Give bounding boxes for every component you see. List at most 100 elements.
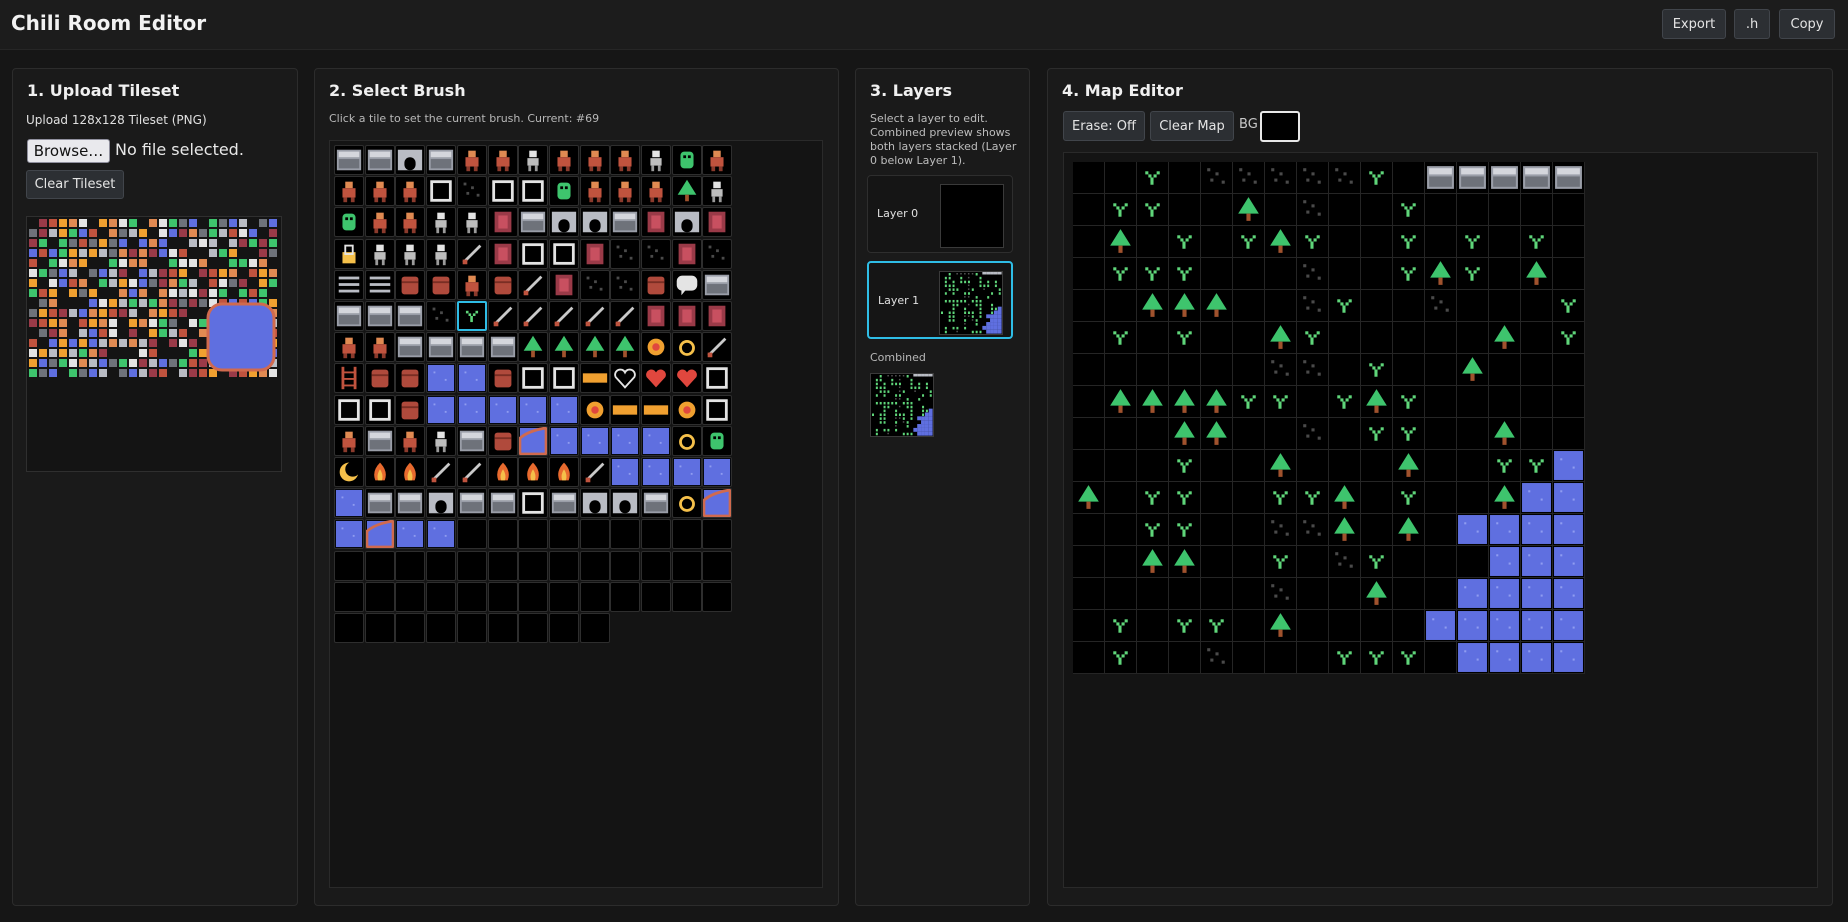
brush-tile[interactable] [610,363,641,394]
map-cell[interactable] [1297,450,1329,482]
brush-tile[interactable] [395,425,426,456]
map-cell[interactable] [1521,450,1553,482]
brush-tile[interactable] [364,457,395,487]
map-cell[interactable] [1233,258,1265,290]
brush-tile[interactable] [671,207,702,238]
brush-tile[interactable] [548,238,579,269]
map-cell[interactable] [1233,162,1265,194]
brush-tile[interactable] [334,238,364,269]
brush-tile[interactable] [364,519,395,550]
brush-tile[interactable] [610,176,641,207]
brush-tile[interactable] [641,550,671,581]
map-cell[interactable] [1393,450,1425,482]
map-cell[interactable] [1393,642,1425,674]
map-cell[interactable] [1329,578,1361,610]
brush-tile[interactable] [426,145,457,175]
brush-tile[interactable] [671,176,702,207]
brush-tile[interactable] [610,519,641,550]
map-cell[interactable] [1489,258,1521,290]
map-cell[interactable] [1329,258,1361,290]
map-cell[interactable] [1329,546,1361,578]
brush-tile[interactable] [548,457,579,487]
brush-tile[interactable] [334,332,364,363]
map-cell[interactable] [1265,418,1297,450]
brush-tile[interactable] [548,363,579,394]
map-cell[interactable] [1393,162,1425,194]
map-cell[interactable] [1329,354,1361,386]
brush-tile[interactable] [334,176,364,207]
map-cell[interactable] [1233,194,1265,226]
map-cell[interactable] [1169,450,1201,482]
brush-tile[interactable] [426,550,457,581]
map-cell[interactable] [1137,642,1169,674]
map-cell[interactable] [1457,578,1489,610]
brush-tile[interactable] [579,457,610,487]
map-cell[interactable] [1457,610,1489,642]
brush-tile[interactable] [487,550,518,581]
map-cell[interactable] [1457,162,1489,194]
map-cell[interactable] [1393,578,1425,610]
brush-tile[interactable] [671,488,702,519]
map-cell[interactable] [1393,290,1425,322]
map-cell[interactable] [1073,450,1105,482]
map-cell[interactable] [1553,514,1585,546]
map-cell[interactable] [1137,162,1169,194]
map-cell[interactable] [1201,514,1233,546]
map-cell[interactable] [1137,610,1169,642]
map-cell[interactable] [1233,418,1265,450]
brush-tile[interactable] [548,301,579,331]
map-cell[interactable] [1105,482,1137,514]
map-cell[interactable] [1105,258,1137,290]
brush-tile[interactable] [334,301,364,331]
brush-tile[interactable] [395,363,426,394]
map-cell[interactable] [1297,418,1329,450]
brush-tile[interactable] [395,176,426,207]
map-cell[interactable] [1489,578,1521,610]
brush-tile[interactable] [548,145,579,175]
export-button[interactable]: Export [1662,9,1726,39]
brush-tile[interactable] [364,238,395,269]
brush-tile[interactable] [426,488,457,519]
brush-tile[interactable] [426,425,457,456]
brush-tile[interactable] [548,176,579,207]
map-cell[interactable] [1265,386,1297,418]
map-cell[interactable] [1425,514,1457,546]
map-cell[interactable] [1425,610,1457,642]
map-cell[interactable] [1393,322,1425,354]
map-cell[interactable] [1169,258,1201,290]
brush-tile[interactable] [702,145,733,175]
map-cell[interactable] [1201,386,1233,418]
map-cell[interactable] [1361,610,1393,642]
map-cell[interactable] [1329,450,1361,482]
map-cell[interactable] [1137,354,1169,386]
brush-tile[interactable] [641,301,671,331]
map-cell[interactable] [1457,546,1489,578]
map-cell[interactable] [1201,322,1233,354]
brush-tile[interactable] [456,457,487,487]
map-cell[interactable] [1521,226,1553,258]
map-cell[interactable] [1265,290,1297,322]
layer-0-card[interactable]: Layer 0 [867,175,1013,253]
brush-tile[interactable] [364,613,395,643]
map-cell[interactable] [1425,290,1457,322]
brush-tile[interactable] [671,457,702,487]
brush-tile[interactable] [395,550,426,581]
map-cell[interactable] [1393,386,1425,418]
brush-tile[interactable] [579,363,610,394]
map-cell[interactable] [1137,418,1169,450]
map-cell[interactable] [1201,546,1233,578]
brush-tile[interactable] [548,269,579,300]
map-cell[interactable] [1073,642,1105,674]
brush-tile[interactable] [702,207,733,238]
map-cell[interactable] [1361,514,1393,546]
map-cell[interactable] [1361,450,1393,482]
map-cell[interactable] [1265,354,1297,386]
map-cell[interactable] [1329,162,1361,194]
map-cell[interactable] [1105,450,1137,482]
map-cell[interactable] [1297,258,1329,290]
brush-tile[interactable] [395,457,426,487]
map-cell[interactable] [1393,546,1425,578]
map-cell[interactable] [1425,386,1457,418]
brush-tile[interactable] [518,363,549,394]
map-cell[interactable] [1393,194,1425,226]
